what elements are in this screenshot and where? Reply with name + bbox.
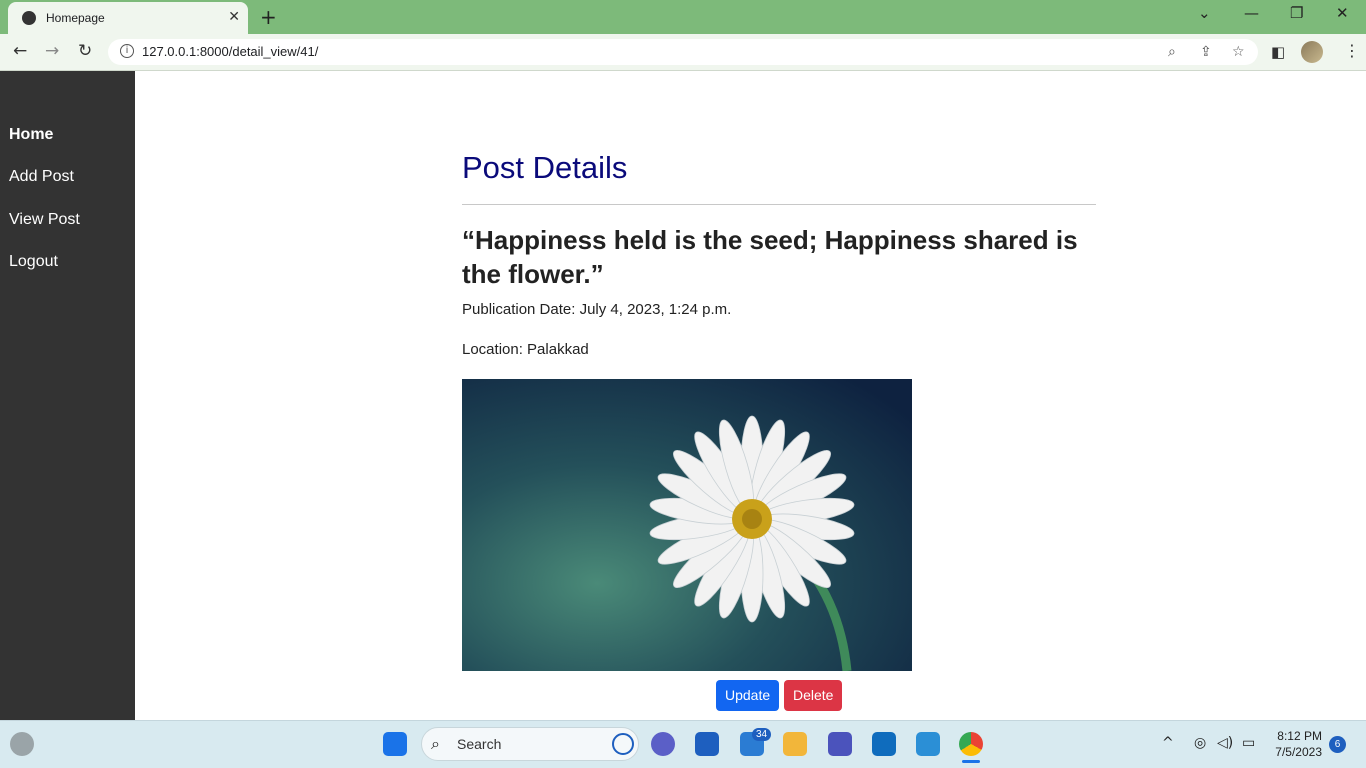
sidebar-item-add-post[interactable]: Add Post [9, 168, 74, 186]
new-tab-button[interactable]: + [260, 5, 277, 29]
battery-icon[interactable]: ▭ [1242, 735, 1255, 751]
date: 7/5/2023 [1275, 745, 1322, 759]
publication-date: Publication Date: July 4, 2023, 1:24 p.m… [462, 301, 732, 318]
start-icon[interactable] [383, 732, 407, 756]
sidebar-nav: Home Add Post View Post Logout [0, 71, 135, 720]
profile-avatar[interactable] [1301, 41, 1323, 63]
teams-icon[interactable] [828, 732, 852, 756]
sidebar-item-view-post[interactable]: View Post [9, 211, 80, 229]
search-label: Search [457, 736, 502, 752]
main-content: Post Details “Happiness held is the seed… [135, 71, 1366, 720]
sidebar-item-home[interactable]: Home [9, 126, 53, 144]
url-text[interactable]: 127.0.0.1:8000/detail_view/41/ [142, 44, 318, 59]
forward-icon[interactable]: → [45, 41, 59, 61]
divider [462, 204, 1096, 205]
zoom-icon[interactable]: ⌕ [1168, 44, 1176, 60]
globe-icon [22, 11, 36, 25]
daisy-illustration [462, 379, 912, 671]
update-button[interactable]: Update [716, 680, 780, 711]
side-panel-icon[interactable]: ◧ [1271, 43, 1285, 61]
page-title: Post Details [462, 150, 628, 185]
store-icon[interactable] [695, 732, 719, 756]
tab-strip: Homepage ✕ + ⌄ — ❐ ✕ [0, 0, 1366, 34]
meet-icon[interactable] [651, 732, 675, 756]
active-indicator [962, 760, 980, 763]
sidebar-item-logout[interactable]: Logout [9, 253, 58, 271]
delete-button[interactable]: Delete [784, 680, 843, 711]
location: Location: Palakkad [462, 341, 589, 358]
tab-homepage[interactable]: Homepage ✕ [8, 2, 248, 34]
browser-menu-icon[interactable]: ⋮ [1344, 41, 1360, 60]
back-icon[interactable]: ← [13, 41, 27, 61]
share-icon[interactable]: ⇪ [1200, 44, 1212, 60]
omnibox[interactable]: i 127.0.0.1:8000/detail_view/41/ ⌕ ⇪ ☆ [108, 39, 1258, 65]
time: 8:12 PM [1277, 729, 1322, 743]
outlook-icon[interactable] [872, 732, 896, 756]
vscode-icon[interactable] [916, 732, 940, 756]
chrome-icon[interactable] [959, 732, 983, 756]
bookmark-star-icon[interactable]: ☆ [1232, 44, 1245, 60]
search-icon: ⌕ [431, 734, 440, 753]
reload-icon[interactable]: ↻ [78, 41, 92, 61]
tab-close-icon[interactable]: ✕ [228, 9, 240, 25]
restore-button[interactable]: ❐ [1290, 4, 1303, 22]
chevron-up-icon[interactable]: ^ [1162, 735, 1174, 751]
address-toolbar: ← → ↻ i 127.0.0.1:8000/detail_view/41/ ⌕… [0, 34, 1366, 71]
site-info-icon[interactable]: i [120, 44, 134, 58]
notification-badge[interactable]: 6 [1329, 736, 1346, 753]
post-title: “Happiness held is the seed; Happiness s… [462, 225, 1078, 289]
post-image [462, 379, 912, 671]
globe-tray-icon[interactable]: ◎ [1194, 735, 1206, 751]
minimize-button[interactable]: — [1244, 4, 1259, 22]
taskbar-search[interactable]: ⌕ Search [421, 727, 639, 761]
volume-icon[interactable]: ◁) [1217, 735, 1233, 751]
close-window-button[interactable]: ✕ [1336, 4, 1349, 22]
bing-icon[interactable] [612, 733, 634, 755]
tab-search-icon[interactable]: ⌄ [1198, 4, 1211, 22]
clock[interactable]: 8:12 PM 7/5/2023 [1270, 728, 1322, 760]
tab-title: Homepage [46, 11, 105, 25]
file-explorer-icon[interactable] [783, 732, 807, 756]
mail-badge: 34 [752, 728, 772, 741]
weather-icon[interactable] [10, 732, 34, 756]
